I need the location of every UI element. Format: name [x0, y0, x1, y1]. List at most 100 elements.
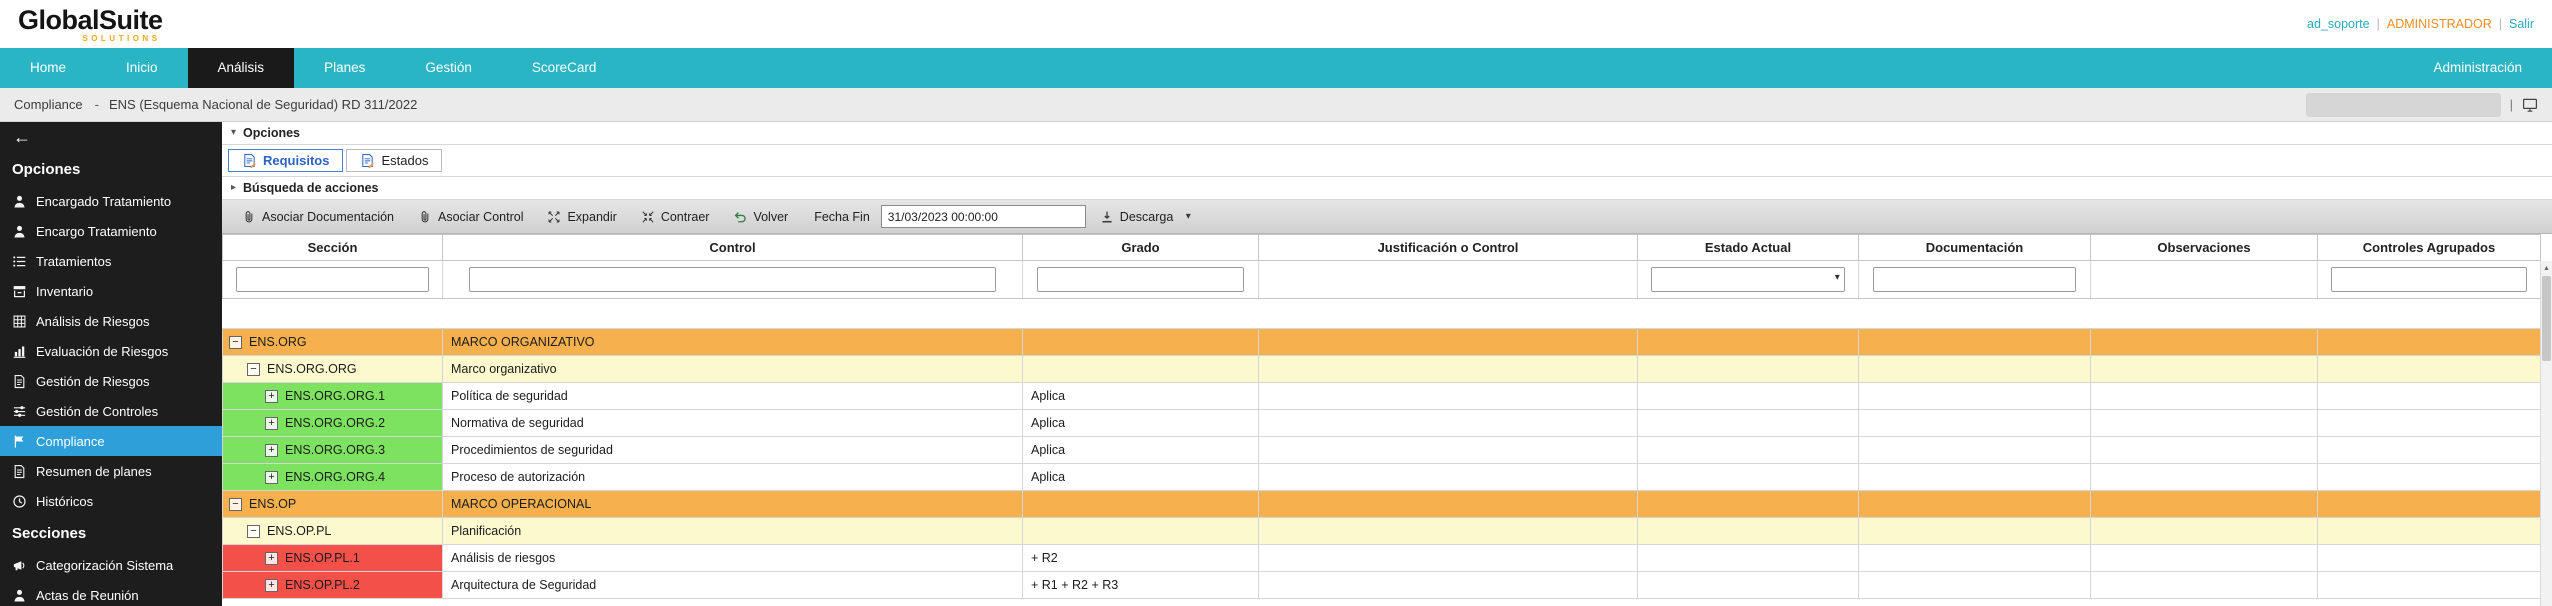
collapse-icon	[641, 210, 655, 224]
spacer-row	[222, 298, 2541, 329]
toolbar-button-expandir[interactable]: Expandir	[537, 206, 626, 228]
search-section-header[interactable]: ▸ Búsqueda de acciones	[222, 177, 2552, 200]
sidebar-item-inventario[interactable]: Inventario	[0, 276, 222, 306]
table-row[interactable]: − ENS.OP.PL Planificación	[222, 517, 2541, 545]
sidebar-item-categorizacion-sistema[interactable]: Categorización Sistema	[0, 550, 222, 580]
estado-actual-cell	[1637, 490, 1859, 518]
nav-item-scorecard[interactable]: ScoreCard	[502, 48, 627, 88]
fecha-fin-input[interactable]	[880, 205, 1086, 228]
toolbar-button-descarga[interactable]: Descarga ▾	[1090, 206, 1206, 228]
filter-input-seccion[interactable]	[236, 267, 429, 292]
filter-input-controles-agrupados[interactable]	[2331, 267, 2527, 292]
nav-item-administracion[interactable]: Administración	[2403, 48, 2552, 88]
table-row[interactable]: + ENS.ORG.ORG.4 Proceso de autorización Apl…	[222, 463, 2541, 491]
sidebar-item-tratamientos[interactable]: Tratamientos	[0, 246, 222, 276]
nav-item-inicio[interactable]: Inicio	[96, 48, 188, 88]
table-row[interactable]: + ENS.ORG.ORG.2 Normativa de seguridad Apli…	[222, 409, 2541, 437]
column-header-documentacion[interactable]: Documentación	[1858, 234, 2091, 261]
column-header-control[interactable]: Control	[442, 234, 1023, 261]
tab-requisitos[interactable]: Requisitos	[228, 149, 344, 172]
documentacion-cell	[1858, 490, 2091, 518]
table-row[interactable]: + ENS.OP.PL.2 Arquitectura de Seguridad + R…	[222, 571, 2541, 599]
section-cell-content: + ENS.OP.PL.1	[224, 546, 442, 571]
grado-cell: Aplica	[1022, 463, 1259, 491]
table-row[interactable]: + ENS.ORG.ORG.3 Procedimientos de segurida…	[222, 436, 2541, 464]
filter-input-documentacion[interactable]	[1872, 267, 2077, 292]
tree-collapse-icon[interactable]: −	[229, 497, 242, 511]
sidebar-item-compliance[interactable]: Compliance	[0, 426, 222, 456]
sidebar-item-historicos[interactable]: Históricos	[0, 486, 222, 516]
sidebar-item-encargado-tratamiento[interactable]: Encargado Tratamiento	[0, 186, 222, 216]
logout-link[interactable]: Salir	[2509, 17, 2534, 31]
tree-collapse-icon[interactable]: −	[229, 335, 242, 349]
controles-agrupados-cell	[2317, 517, 2541, 545]
tab-estados[interactable]: Estados	[346, 149, 443, 172]
filter-select-estado-actual[interactable]	[1651, 267, 1845, 292]
tree-expand-icon[interactable]: +	[265, 416, 278, 430]
column-header-seccion[interactable]: Sección	[222, 234, 443, 261]
table-row[interactable]: − ENS.ORG MARCO ORGANIZATIVO	[222, 328, 2541, 356]
sidebar-item-analisis-de-riesgos[interactable]: Análisis de Riesgos	[0, 306, 222, 336]
sidebar-item-label: Resumen de planes	[36, 463, 152, 479]
toolbar-button-contraer[interactable]: Contraer	[631, 206, 720, 228]
nav-item-analisis[interactable]: Análisis	[187, 48, 295, 88]
toolbar-button-label: Volver	[753, 209, 789, 224]
tree-expand-icon[interactable]: +	[265, 551, 278, 565]
monitor-icon[interactable]	[2522, 97, 2538, 113]
username-link[interactable]: ad_soporte	[2307, 17, 2370, 31]
tree-expand-icon[interactable]: +	[265, 578, 278, 592]
nav-items: Home Inicio Análisis Planes Gestión ScoreCard	[0, 48, 626, 88]
sidebar-item-resumen-de-planes[interactable]: Resumen de planes	[0, 456, 222, 486]
toolbar-button-asociar-control[interactable]: Asociar Control	[408, 206, 533, 228]
column-header-estado-actual[interactable]: Estado Actual	[1637, 234, 1859, 261]
nav-item-gestion[interactable]: Gestión	[395, 48, 502, 88]
document-icon	[11, 373, 27, 389]
user-role: ADMINISTRADOR	[2386, 17, 2492, 31]
observaciones-cell	[2090, 328, 2318, 356]
grado-cell	[1022, 517, 1259, 545]
sidebar-item-label: Encargado Tratamiento	[36, 193, 172, 209]
section-cell-content: + ENS.ORG.ORG.4	[224, 465, 442, 490]
estado-actual-cell	[1637, 328, 1859, 356]
sidebar-item-encargo-tratamiento[interactable]: Encargo Tratamiento	[0, 216, 222, 246]
nav-item-planes[interactable]: Planes	[294, 48, 395, 88]
documentacion-cell	[1858, 517, 2091, 545]
table-row[interactable]: − ENS.OP MARCO OPERACIONAL	[222, 490, 2541, 518]
section-cell: − ENS.ORG	[222, 328, 443, 356]
sidebar-back-button[interactable]: ←	[0, 122, 222, 152]
tab-label: Requisitos	[263, 153, 330, 168]
nav-item-home[interactable]: Home	[0, 48, 96, 88]
controles-agrupados-cell	[2317, 328, 2541, 356]
column-header-controles-agrupados[interactable]: Controles Agrupados	[2317, 234, 2541, 261]
column-header-observaciones[interactable]: Observaciones	[2090, 234, 2318, 261]
top-header: GlobalSuite SOLUTIONS ad_soporte | ADMIN…	[0, 0, 2552, 48]
sidebar-item-actas-de-reunion[interactable]: Actas de Reunión	[0, 580, 222, 606]
table-row[interactable]: + ENS.ORG.ORG.1 Política de seguridad Aplic…	[222, 382, 2541, 410]
toolbar-button-volver[interactable]: Volver	[723, 206, 798, 228]
table-row[interactable]: − ENS.ORG.ORG Marco organizativo	[222, 355, 2541, 383]
estado-actual-cell	[1637, 436, 1859, 464]
justificacion-cell	[1258, 382, 1638, 410]
sidebar-item-label: Históricos	[36, 493, 94, 509]
options-section-header[interactable]: ▾ Opciones	[222, 122, 2552, 145]
tree-expand-icon[interactable]: +	[265, 389, 278, 403]
tree-expand-icon[interactable]: +	[265, 443, 278, 457]
filter-input-grado[interactable]	[1036, 267, 1245, 292]
toolbar-button-asociar-documentacion[interactable]: Asociar Documentación	[232, 206, 404, 228]
control-cell: Planificación	[442, 517, 1023, 545]
tree-collapse-icon[interactable]: −	[247, 362, 260, 376]
documentacion-cell	[1858, 355, 2091, 383]
scroll-up-button[interactable]: ▲	[2541, 261, 2552, 275]
column-header-grado[interactable]: Grado	[1022, 234, 1259, 261]
sidebar-item-evaluacion-de-riesgos[interactable]: Evaluación de Riesgos	[0, 336, 222, 366]
tree-expand-icon[interactable]: +	[265, 470, 278, 484]
sidebar-item-gestion-de-riesgos[interactable]: Gestión de Riesgos	[0, 366, 222, 396]
filter-input-control[interactable]	[468, 267, 997, 292]
sidebar-item-gestion-de-controles[interactable]: Gestión de Controles	[0, 396, 222, 426]
estado-actual-cell	[1637, 382, 1859, 410]
scrollbar-thumb[interactable]	[2542, 276, 2551, 361]
vertical-scrollbar[interactable]: ▲	[2540, 261, 2552, 606]
tree-collapse-icon[interactable]: −	[247, 524, 260, 538]
column-header-justificacion-o-control[interactable]: Justificación o Control	[1258, 234, 1638, 261]
table-row[interactable]: + ENS.OP.PL.1 Análisis de riesgos + R2	[222, 544, 2541, 572]
